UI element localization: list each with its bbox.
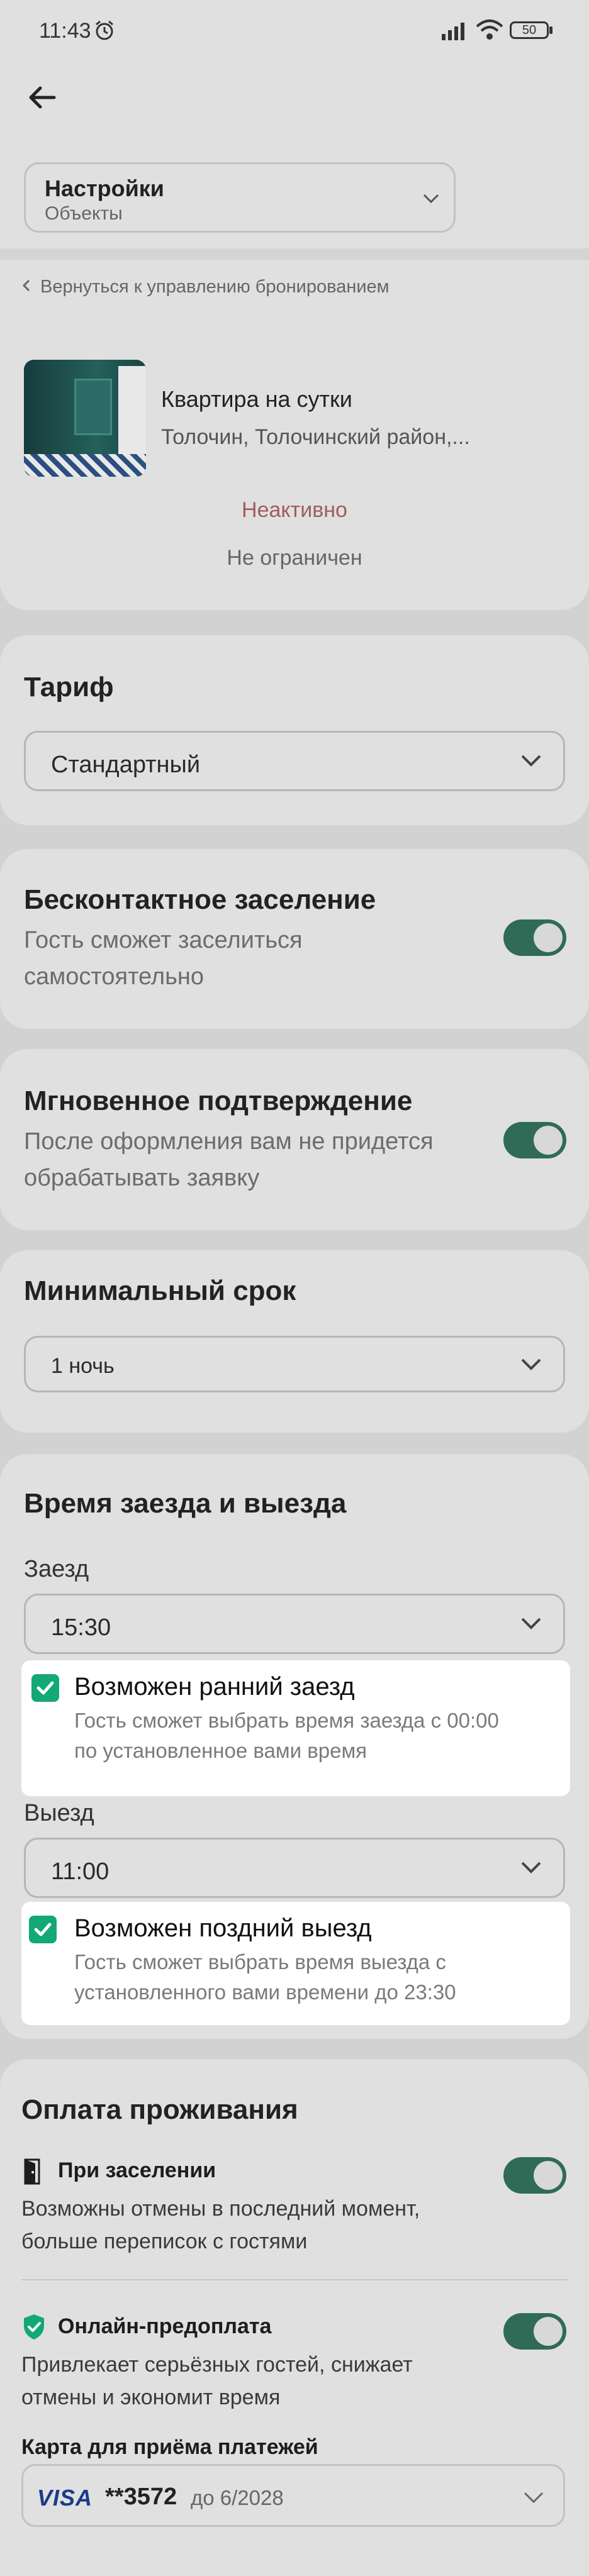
instant-description-1: После оформления вам не придется xyxy=(24,1128,434,1155)
early-checkin-description-1: Гость сможет выбрать время заезда с 00:0… xyxy=(74,1709,499,1732)
checkmark-icon xyxy=(36,1681,54,1695)
instant-title: Мгновенное подтверждение xyxy=(24,1085,413,1116)
checkout-label: Выезд xyxy=(24,1800,94,1826)
payment-title: Оплата проживания xyxy=(21,2094,298,2125)
payment-card-select[interactable]: VISA **3572 до 6/2028 xyxy=(21,2464,565,2527)
tariff-select[interactable]: Стандартный xyxy=(24,731,565,791)
instant-card: Мгновенное подтверждение После оформлени… xyxy=(0,1049,589,1230)
on-arrival-description-2: больше переписок с гостями xyxy=(21,2229,308,2253)
battery-level: 50 xyxy=(522,23,537,37)
card-label: Карта для приёма платежей xyxy=(21,2435,318,2459)
on-arrival-title: При заселении xyxy=(58,2158,216,2182)
prepayment-toggle[interactable] xyxy=(503,2313,566,2350)
toggle-knob xyxy=(534,1126,563,1155)
chevron-down-icon xyxy=(423,194,439,204)
battery-indicator: 50 xyxy=(510,21,549,39)
prepayment-title: Онлайн-предоплата xyxy=(58,2314,272,2338)
early-checkin-description-2: по установленное вами время xyxy=(74,1739,367,1762)
late-checkout-description-2: установленного вами времени до 23:30 xyxy=(74,1980,456,2004)
property-name[interactable]: Квартира на сутки xyxy=(161,386,352,413)
toggle-knob xyxy=(534,923,563,952)
min-stay-card: Минимальный срок 1 ночь xyxy=(0,1250,589,1433)
early-checkin-checkbox[interactable] xyxy=(31,1674,59,1702)
checkin-time-value: 15:30 xyxy=(51,1614,111,1641)
dropdown-subtitle: Объекты xyxy=(45,203,123,224)
early-checkin-option[interactable]: Возможен ранний заезд Гость сможет выбра… xyxy=(21,1660,570,1796)
battery-tip xyxy=(549,26,553,34)
chevron-left-icon[interactable] xyxy=(21,278,31,293)
toggle-knob xyxy=(534,2317,563,2346)
checkmark-icon xyxy=(34,1923,52,1936)
on-arrival-toggle[interactable] xyxy=(503,2157,566,2194)
on-arrival-description-1: Возможны отмены в последний момент, xyxy=(21,2197,420,2221)
status-time: 11:43 xyxy=(39,19,91,43)
min-stay-select[interactable]: 1 ночь xyxy=(24,1336,565,1392)
chevron-down-icon xyxy=(521,1862,541,1874)
tariff-card: Тариф Стандартный xyxy=(0,635,589,825)
visa-logo: VISA xyxy=(37,2485,93,2511)
min-stay-value: 1 ночь xyxy=(51,1354,115,1378)
card-number: **3572 xyxy=(105,2484,177,2510)
toggle-knob xyxy=(534,2161,563,2190)
contactless-card: Бесконтактное заселение Гость сможет зас… xyxy=(0,849,589,1029)
alarm-icon xyxy=(96,20,113,40)
checkin-label: Заезд xyxy=(24,1556,89,1582)
instant-description-2: обрабатывать заявку xyxy=(24,1165,260,1191)
contactless-toggle[interactable] xyxy=(503,919,566,956)
door-icon xyxy=(24,2158,40,2185)
checkin-section-title: Время заезда и выезда xyxy=(24,1488,347,1519)
prepayment-description-1: Привлекает серьёзных гостей, снижает xyxy=(21,2353,413,2377)
chevron-down-icon xyxy=(521,1618,541,1629)
chevron-down-icon xyxy=(521,1358,541,1370)
contactless-title: Бесконтактное заселение xyxy=(24,884,376,915)
status-badge: Неактивно xyxy=(242,498,347,522)
property-address: Толочин, Толочинский район,... xyxy=(161,425,470,449)
tariff-title: Тариф xyxy=(24,672,114,702)
signal-icon xyxy=(442,23,464,40)
late-checkout-description-1: Гость сможет выбрать время выезда с xyxy=(74,1950,446,1974)
instant-toggle[interactable] xyxy=(503,1122,566,1158)
back-to-booking-link[interactable]: Вернуться к управлению бронированием xyxy=(40,277,390,297)
payment-divider xyxy=(21,2279,568,2280)
card-expiry: до 6/2028 xyxy=(191,2486,284,2509)
booking-limit: Не ограничен xyxy=(227,546,362,570)
header-card: 11:43 50 Настройки Объекты Вернуться к у… xyxy=(0,0,589,610)
contactless-description-1: Гость сможет заселиться xyxy=(24,927,303,953)
checkout-time-value: 11:00 xyxy=(51,1858,109,1885)
property-photo[interactable] xyxy=(24,360,146,477)
chevron-down-icon xyxy=(524,2492,544,2504)
checkout-time-select[interactable]: 11:00 xyxy=(24,1838,565,1898)
prepayment-description-2: отмены и экономит время xyxy=(21,2385,281,2409)
payment-card: Оплата проживания При заселении Возможны… xyxy=(0,2059,589,2576)
late-checkout-option[interactable]: Возможен поздний выезд Гость сможет выбр… xyxy=(21,1902,570,2025)
late-checkout-label: Возможен поздний выезд xyxy=(74,1914,372,1942)
section-dropdown[interactable]: Настройки Объекты xyxy=(24,162,456,233)
header-separator xyxy=(0,248,589,260)
shield-check-icon xyxy=(24,2314,44,2340)
early-checkin-label: Возможен ранний заезд xyxy=(74,1673,355,1701)
checkin-time-select[interactable]: 15:30 xyxy=(24,1594,565,1654)
tariff-value: Стандартный xyxy=(51,752,201,778)
late-checkout-checkbox[interactable] xyxy=(29,1916,57,1943)
back-arrow-icon[interactable] xyxy=(26,82,58,113)
dropdown-title: Настройки xyxy=(45,175,164,201)
wifi-icon xyxy=(476,19,503,40)
chevron-down-icon xyxy=(521,755,541,767)
contactless-description-2: самостоятельно xyxy=(24,963,205,990)
min-stay-title: Минимальный срок xyxy=(24,1275,296,1306)
